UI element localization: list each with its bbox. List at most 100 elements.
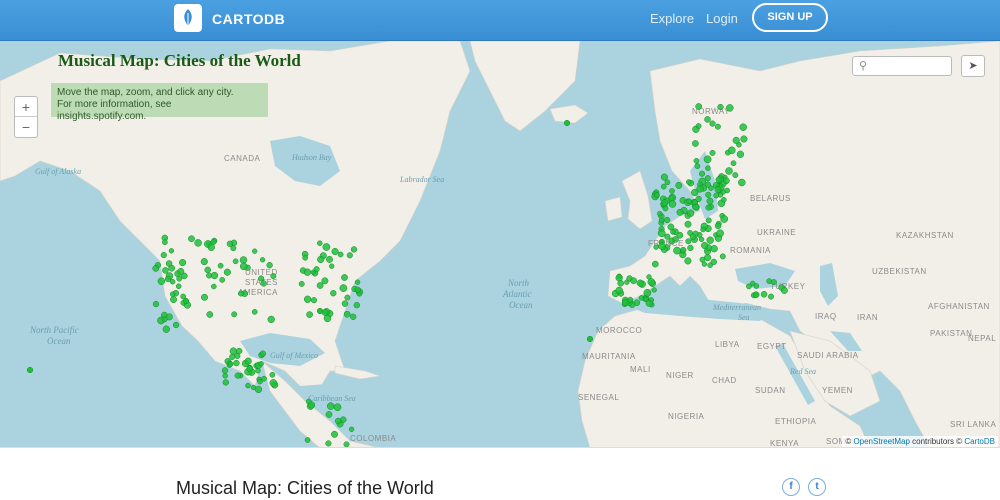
city-marker[interactable] [660, 183, 667, 190]
city-marker[interactable] [337, 251, 344, 258]
city-marker[interactable] [668, 200, 677, 208]
city-marker[interactable] [586, 335, 594, 343]
city-marker[interactable] [673, 246, 681, 255]
cartodb-link[interactable]: CartoDB [964, 437, 995, 446]
city-marker[interactable] [693, 157, 700, 164]
city-marker[interactable] [714, 123, 721, 130]
city-marker[interactable] [255, 367, 261, 374]
city-marker[interactable] [740, 135, 748, 143]
city-marker[interactable] [226, 240, 234, 247]
city-marker[interactable] [706, 197, 714, 205]
city-marker[interactable] [698, 170, 706, 177]
city-marker[interactable] [350, 246, 358, 253]
city-marker[interactable] [221, 367, 229, 374]
city-marker[interactable] [313, 266, 320, 273]
city-marker[interactable] [239, 262, 248, 271]
city-marker[interactable] [705, 204, 712, 211]
city-marker[interactable] [169, 278, 176, 285]
city-marker[interactable] [346, 252, 353, 259]
city-marker[interactable] [350, 313, 357, 320]
city-marker[interactable] [266, 262, 273, 269]
city-marker[interactable] [736, 150, 745, 158]
city-marker[interactable] [339, 284, 348, 292]
city-marker[interactable] [258, 361, 264, 367]
city-marker[interactable] [766, 278, 773, 284]
city-marker[interactable] [657, 210, 663, 217]
city-marker[interactable] [326, 402, 335, 410]
city-marker[interactable] [647, 278, 656, 286]
city-marker[interactable] [680, 246, 687, 254]
city-marker[interactable] [245, 382, 251, 389]
city-marker[interactable] [304, 437, 311, 443]
city-marker[interactable] [162, 239, 168, 246]
city-marker[interactable] [661, 199, 669, 207]
city-marker[interactable] [657, 229, 666, 238]
zoom-in-button[interactable]: + [15, 97, 37, 117]
city-marker[interactable] [165, 313, 173, 321]
search-input[interactable] [871, 58, 949, 74]
city-marker[interactable] [239, 256, 248, 264]
city-marker[interactable] [177, 267, 185, 275]
city-marker[interactable] [770, 279, 777, 286]
city-marker[interactable] [725, 167, 733, 175]
city-marker[interactable] [26, 366, 34, 374]
city-marker[interactable] [233, 359, 240, 367]
city-marker[interactable] [664, 233, 671, 240]
city-marker[interactable] [658, 242, 666, 250]
city-marker[interactable] [200, 258, 208, 266]
city-marker[interactable] [344, 294, 351, 301]
city-marker[interactable] [251, 309, 258, 315]
city-marker[interactable] [250, 384, 257, 391]
city-marker[interactable] [653, 192, 660, 199]
city-marker[interactable] [201, 293, 208, 301]
city-marker[interactable] [316, 282, 324, 289]
city-marker[interactable] [162, 267, 169, 274]
city-marker[interactable] [331, 247, 339, 256]
city-marker[interactable] [310, 297, 318, 304]
city-marker[interactable] [627, 296, 634, 303]
city-marker[interactable] [325, 440, 332, 447]
city-marker[interactable] [353, 302, 360, 309]
city-marker[interactable] [343, 441, 350, 447]
city-marker[interactable] [624, 279, 630, 285]
city-marker[interactable] [660, 173, 668, 181]
city-marker[interactable] [270, 273, 277, 280]
city-marker[interactable] [236, 347, 243, 355]
city-marker[interactable] [738, 178, 746, 187]
city-marker[interactable] [753, 283, 760, 289]
city-marker[interactable] [354, 279, 361, 285]
city-marker[interactable] [326, 255, 333, 263]
city-marker[interactable] [663, 216, 671, 224]
city-marker[interactable] [223, 268, 231, 276]
city-marker[interactable] [258, 275, 265, 282]
city-marker[interactable] [700, 226, 706, 233]
city-marker[interactable] [715, 176, 723, 184]
city-marker[interactable] [302, 254, 309, 261]
city-marker[interactable] [343, 310, 351, 318]
city-marker[interactable] [172, 321, 180, 329]
city-marker[interactable] [709, 149, 716, 156]
city-marker[interactable] [227, 361, 234, 367]
city-marker[interactable] [341, 274, 348, 281]
city-marker[interactable] [348, 426, 355, 432]
city-marker[interactable] [630, 277, 637, 285]
city-marker[interactable] [728, 146, 736, 155]
city-marker[interactable] [188, 235, 195, 243]
city-marker[interactable] [303, 268, 312, 276]
city-marker[interactable] [176, 275, 183, 282]
city-marker[interactable] [704, 175, 711, 182]
city-marker[interactable] [664, 179, 671, 186]
city-marker[interactable] [752, 291, 760, 298]
city-marker[interactable] [653, 244, 659, 250]
city-marker[interactable] [269, 371, 276, 378]
city-marker[interactable] [329, 263, 335, 269]
city-marker[interactable] [260, 280, 267, 287]
nav-explore-link[interactable]: Explore [650, 11, 694, 26]
city-marker[interactable] [157, 277, 166, 285]
city-marker[interactable] [259, 257, 266, 263]
city-marker[interactable] [303, 295, 312, 303]
city-marker[interactable] [695, 103, 703, 110]
city-marker[interactable] [768, 293, 774, 300]
city-marker[interactable] [717, 103, 724, 111]
city-marker[interactable] [615, 286, 623, 295]
